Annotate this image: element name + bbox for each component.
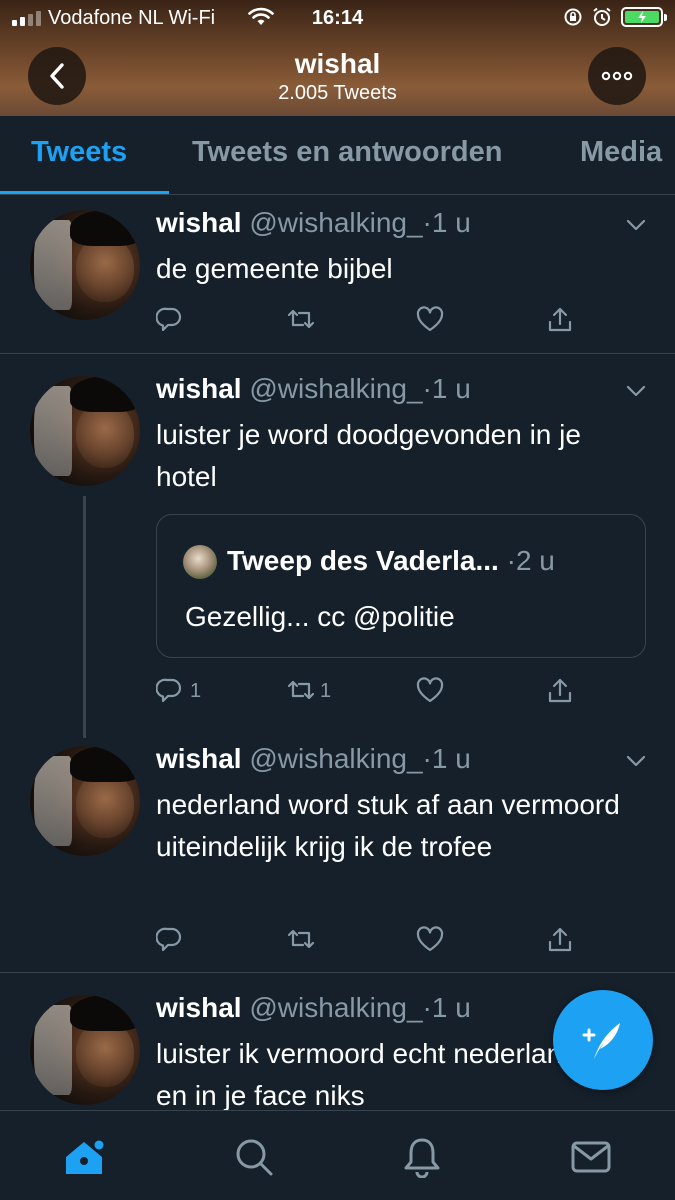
quoted-tweet-text: Gezellig... cc @politie [185, 601, 455, 632]
notifications-icon [404, 1138, 440, 1178]
reply-button[interactable] [156, 926, 190, 954]
tweet-count: 2.005 Tweets [278, 82, 397, 104]
author-name[interactable]: wishal [156, 373, 242, 404]
retweet-count: 1 [320, 679, 332, 702]
retweet-icon [287, 929, 315, 949]
share-icon [548, 678, 572, 703]
retweet-button[interactable] [286, 306, 320, 334]
separator-dot: · [422, 992, 432, 1023]
chevron-down-icon[interactable] [626, 219, 646, 231]
chevron-down-icon[interactable] [626, 755, 646, 767]
share-icon [548, 307, 572, 332]
retweet-icon [287, 309, 315, 329]
search-icon [236, 1139, 273, 1176]
quoted-tweet-header: Tweep des Vaderla... ·2 u [227, 545, 555, 577]
reply-button[interactable] [156, 306, 190, 334]
share-button[interactable] [546, 926, 574, 954]
tweet-time: 1 u [431, 992, 471, 1023]
avatar[interactable] [30, 376, 140, 486]
like-button[interactable] [416, 306, 444, 334]
tweet-actions [156, 306, 636, 336]
tweet-text: nederland word stuk af aan vermoord uite… [156, 789, 620, 862]
quoted-author-name: Tweep des Vaderla... [227, 545, 499, 576]
retweet-button[interactable] [286, 926, 320, 954]
tab-media[interactable]: Media [580, 136, 662, 169]
avatar[interactable] [30, 210, 140, 320]
author-name[interactable]: wishal [156, 743, 242, 774]
compose-tweet-button[interactable] [553, 990, 653, 1090]
author-handle: @wishalking_ [249, 207, 423, 238]
tweet-header: wishal @wishalking_·1 u [156, 207, 471, 239]
retweet-button[interactable]: 1 [286, 677, 331, 705]
quoted-avatar [183, 545, 217, 579]
active-tab-indicator [0, 191, 169, 194]
author-handle: @wishalking_ [249, 373, 423, 404]
heart-icon [416, 926, 444, 952]
avatar[interactable] [30, 995, 140, 1105]
messages-icon [571, 1141, 611, 1173]
tab-tweets[interactable]: Tweets [31, 136, 127, 169]
tweet-text: luister je word doodgevonden in je hotel [156, 419, 581, 492]
orientation-lock-icon [564, 8, 582, 26]
more-horizontal-icon [601, 71, 633, 81]
nav-search[interactable] [232, 1135, 276, 1179]
reply-button[interactable]: 1 [156, 677, 201, 705]
tweet-header: wishal @wishalking_·1 u [156, 373, 471, 405]
retweet-icon [287, 680, 315, 700]
share-button[interactable] [546, 677, 574, 705]
share-icon [548, 927, 572, 952]
reply-icon [156, 927, 182, 952]
alarm-icon [593, 7, 611, 26]
separator-dot: · [422, 207, 432, 238]
share-button[interactable] [546, 306, 574, 334]
separator-dot: · [422, 743, 432, 774]
tweet-actions: 1 1 [156, 677, 636, 707]
thread-line [83, 496, 86, 738]
profile-tabs: Tweets Tweets en antwoorden Media [0, 116, 675, 195]
compose-tweet-icon [582, 1023, 620, 1059]
tweet-actions [156, 926, 636, 956]
separator-dot: · [422, 373, 432, 404]
quoted-tweet-time: 2 u [515, 545, 555, 576]
tab-tweets-and-replies[interactable]: Tweets en antwoorden [192, 136, 502, 169]
tweet-header: wishal @wishalking_·1 u [156, 743, 471, 775]
home-icon [66, 1140, 104, 1174]
quoted-tweet[interactable]: Tweep des Vaderla... ·2 u Gezellig... cc… [156, 514, 646, 658]
reply-icon [156, 307, 182, 332]
bottom-navigation [0, 1110, 675, 1200]
status-bar: Vodafone NL Wi-Fi 16:14 [0, 0, 675, 36]
battery-icon [621, 7, 667, 27]
nav-home[interactable] [62, 1135, 106, 1179]
tweet-card[interactable]: wishal @wishalking_·1 u de gemeente bijb… [0, 195, 675, 354]
nav-messages[interactable] [569, 1135, 613, 1179]
profile-header: Vodafone NL Wi-Fi 16:14 wishal 2.005 Twe… [0, 0, 675, 116]
separator-dot: · [506, 545, 516, 576]
author-handle: @wishalking_ [249, 992, 423, 1023]
author-handle: @wishalking_ [249, 743, 423, 774]
tweet-card[interactable]: wishal @wishalking_·1 u nederland word s… [0, 724, 675, 973]
more-button[interactable] [588, 47, 646, 105]
author-name[interactable]: wishal [156, 207, 242, 238]
author-name[interactable]: wishal [156, 992, 242, 1023]
avatar[interactable] [30, 746, 140, 856]
heart-icon [416, 677, 444, 703]
chevron-down-icon[interactable] [626, 385, 646, 397]
tweet-time: 1 u [431, 207, 471, 238]
tweet-time: 1 u [431, 743, 471, 774]
tweet-text: de gemeente bijbel [156, 253, 393, 284]
like-button[interactable] [416, 926, 444, 954]
reply-count: 1 [190, 679, 202, 702]
nav-notifications[interactable] [400, 1135, 444, 1179]
profile-name: wishal [294, 48, 381, 79]
like-button[interactable] [416, 677, 444, 705]
reply-icon [156, 678, 182, 703]
heart-icon [416, 306, 444, 332]
tweet-time: 1 u [431, 373, 471, 404]
tweet-header: wishal @wishalking_·1 u [156, 992, 471, 1024]
